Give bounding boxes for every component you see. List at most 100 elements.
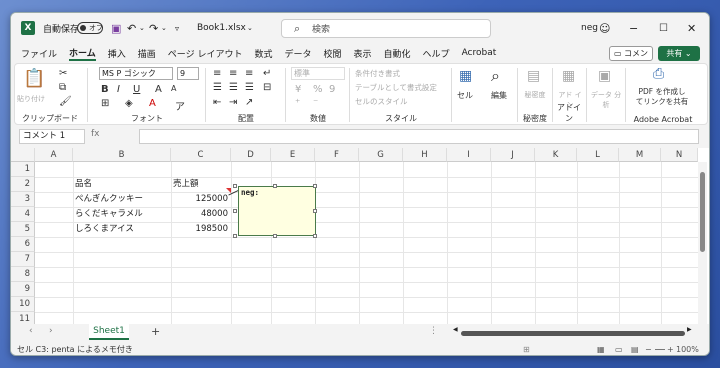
undo-icon[interactable]: ↶ bbox=[127, 13, 136, 43]
sensitivity-icon[interactable]: ▤ bbox=[527, 68, 540, 84]
tab-draw[interactable]: 描画 bbox=[138, 47, 156, 60]
font-color-icon[interactable]: A bbox=[149, 98, 156, 109]
cell-c4[interactable]: 48000 bbox=[171, 207, 231, 222]
row-header[interactable]: 8 bbox=[11, 267, 35, 282]
add-sheet-icon[interactable]: + bbox=[151, 325, 160, 338]
save-icon[interactable]: ▣ bbox=[111, 13, 121, 43]
number-format-select[interactable]: 標準 bbox=[291, 67, 345, 80]
analyze-data-button[interactable]: データ 分析 bbox=[590, 90, 622, 110]
comma-icon[interactable]: 9 bbox=[329, 84, 335, 95]
vertical-scrollbar[interactable] bbox=[698, 162, 707, 324]
column-header[interactable]: B bbox=[73, 148, 171, 162]
resize-handle[interactable] bbox=[313, 184, 317, 188]
font-shrink-icon[interactable]: A bbox=[171, 84, 176, 93]
vertical-scroll-thumb[interactable] bbox=[700, 172, 705, 252]
find-icon[interactable]: ⌕ bbox=[491, 66, 500, 86]
phonetic-icon[interactable]: ア bbox=[175, 98, 185, 113]
comment-text[interactable]: neg: bbox=[241, 188, 259, 197]
row-header[interactable]: 9 bbox=[11, 282, 35, 297]
bold-button[interactable]: B bbox=[101, 84, 109, 95]
conditional-format-button[interactable]: 条件付き書式 bbox=[355, 68, 400, 79]
format-painter-icon[interactable]: 🖌 bbox=[59, 96, 72, 107]
fill-color-icon[interactable]: ◈ bbox=[125, 98, 133, 109]
zoom-in-icon[interactable]: + bbox=[667, 342, 674, 355]
tab-review[interactable]: 校閲 bbox=[324, 47, 342, 60]
column-header[interactable]: A bbox=[35, 148, 73, 162]
align-top-icon[interactable]: ≡ bbox=[213, 68, 221, 79]
zoom-out-icon[interactable]: − bbox=[645, 342, 652, 355]
editing-button[interactable]: 編集 bbox=[491, 90, 507, 101]
normal-view-icon[interactable]: ▦ bbox=[597, 342, 605, 355]
cell-c3[interactable]: 125000 bbox=[171, 192, 231, 207]
font-name-select[interactable]: MS P ゴシック bbox=[99, 67, 173, 80]
filename-dropdown-icon[interactable]: ⌄ bbox=[247, 13, 253, 43]
row-header[interactable]: 5 bbox=[11, 222, 35, 237]
row-header[interactable]: 4 bbox=[11, 207, 35, 222]
tab-data[interactable]: データ bbox=[284, 47, 311, 60]
row-header[interactable]: 3 bbox=[11, 192, 35, 207]
accessibility-icon[interactable]: ⊞ bbox=[523, 342, 530, 355]
font-size-select[interactable]: 9 bbox=[177, 67, 199, 80]
horizontal-scroll-thumb[interactable] bbox=[461, 331, 685, 336]
cell-c2[interactable]: 売上額 bbox=[173, 177, 199, 192]
column-header[interactable]: F bbox=[315, 148, 359, 162]
align-right-icon[interactable]: ☰ bbox=[245, 82, 254, 93]
increase-decimal-icon[interactable]: ⁺ bbox=[295, 98, 300, 109]
tab-split-handle[interactable]: ⋮ bbox=[429, 326, 438, 336]
column-header[interactable]: G bbox=[359, 148, 403, 162]
cell-b2[interactable]: 品名 bbox=[75, 177, 92, 192]
maximize-icon[interactable]: ☐ bbox=[659, 13, 668, 43]
cells-button[interactable]: セル bbox=[457, 90, 473, 101]
row-header[interactable]: 2 bbox=[11, 177, 35, 192]
column-header[interactable]: K bbox=[535, 148, 577, 162]
horizontal-scrollbar[interactable]: ◀ ▶ bbox=[453, 326, 693, 337]
underline-button[interactable]: U bbox=[133, 84, 140, 95]
sensitivity-button[interactable]: 秘密度 bbox=[521, 90, 549, 100]
column-header[interactable]: C bbox=[171, 148, 231, 162]
italic-button[interactable]: I bbox=[117, 84, 120, 95]
align-middle-icon[interactable]: ≡ bbox=[229, 68, 237, 79]
column-header[interactable]: E bbox=[271, 148, 315, 162]
cell-b4[interactable]: らくだキャラメル bbox=[75, 207, 143, 222]
paste-icon[interactable]: 📋 bbox=[23, 68, 45, 89]
column-header[interactable]: N bbox=[661, 148, 698, 162]
column-header[interactable]: L bbox=[577, 148, 619, 162]
comment-box[interactable]: neg: bbox=[238, 186, 316, 236]
column-header[interactable]: M bbox=[619, 148, 661, 162]
align-bottom-icon[interactable]: ≡ bbox=[245, 68, 253, 79]
scroll-left-icon[interactable]: ◀ bbox=[453, 326, 458, 333]
column-header[interactable]: D bbox=[231, 148, 271, 162]
scroll-right-icon[interactable]: ▶ bbox=[687, 326, 692, 333]
row-header[interactable]: 6 bbox=[11, 237, 35, 252]
prev-sheet-icon[interactable]: ‹ bbox=[29, 326, 33, 336]
sheet-tab-sheet1[interactable]: Sheet1 bbox=[89, 324, 129, 340]
merge-icon[interactable]: ⊟ bbox=[263, 82, 271, 93]
row-header[interactable]: 1 bbox=[11, 162, 35, 177]
tab-home[interactable]: ホーム bbox=[69, 46, 96, 61]
avatar[interactable]: ☺ bbox=[599, 13, 610, 43]
close-icon[interactable]: ✕ bbox=[687, 13, 696, 43]
resize-handle[interactable] bbox=[233, 209, 237, 213]
tab-acrobat[interactable]: Acrobat bbox=[462, 48, 497, 58]
border-icon[interactable]: ⊞ bbox=[101, 98, 109, 109]
formula-input[interactable] bbox=[139, 129, 699, 144]
share-button[interactable]: 共有 ⌄ bbox=[658, 46, 700, 61]
page-break-view-icon[interactable]: ▤ bbox=[631, 342, 639, 355]
cell-c5[interactable]: 198500 bbox=[171, 222, 231, 237]
wrap-text-icon[interactable]: ↵ bbox=[263, 68, 271, 79]
resize-handle[interactable] bbox=[313, 209, 317, 213]
resize-handle[interactable] bbox=[233, 184, 237, 188]
copy-icon[interactable]: ⧉ bbox=[59, 82, 66, 93]
align-center-icon[interactable]: ☰ bbox=[229, 82, 238, 93]
currency-icon[interactable]: ¥ bbox=[295, 84, 301, 95]
resize-handle[interactable] bbox=[233, 234, 237, 238]
zoom-level[interactable]: 100% bbox=[676, 342, 699, 355]
cells-icon[interactable]: ▦ bbox=[459, 68, 472, 84]
percent-icon[interactable]: % bbox=[313, 84, 323, 95]
tab-insert[interactable]: 挿入 bbox=[108, 47, 126, 60]
cell-b5[interactable]: しろくまアイス bbox=[75, 222, 134, 237]
select-all-corner[interactable] bbox=[11, 148, 35, 162]
name-box[interactable]: コメント 1 bbox=[19, 129, 85, 144]
indent-decrease-icon[interactable]: ⇤ bbox=[213, 97, 221, 108]
resize-handle[interactable] bbox=[273, 184, 277, 188]
